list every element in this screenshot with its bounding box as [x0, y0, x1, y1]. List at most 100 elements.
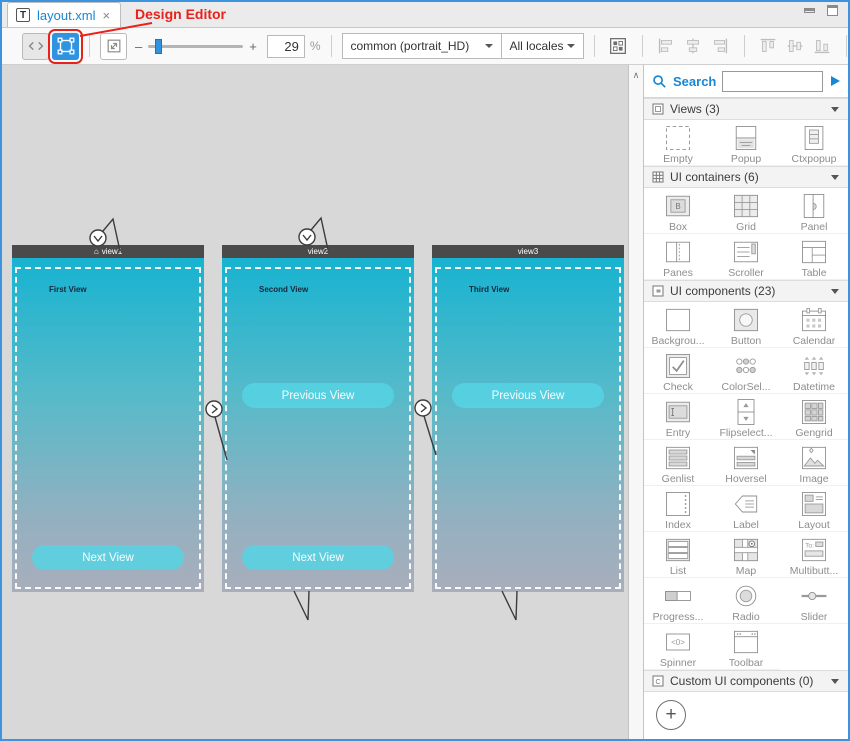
align-middle-button[interactable] — [782, 33, 809, 60]
palette-item-label: Scroller — [728, 268, 764, 279]
palette-item-label: Check — [663, 382, 693, 393]
multibutton-icon: To: — [798, 534, 830, 566]
popup-icon — [730, 122, 762, 154]
minimize-button[interactable] — [804, 8, 815, 13]
palette-item-panel[interactable]: Panel — [780, 188, 848, 234]
palette-item-label: Progress... — [653, 612, 704, 623]
section-header[interactable]: UI containers (6) — [644, 166, 848, 188]
align-bottom-button[interactable] — [809, 33, 836, 60]
view-dashed-border — [15, 267, 201, 589]
palette-item-empty[interactable]: Empty — [644, 120, 712, 166]
layout-icon — [798, 488, 830, 520]
view-button[interactable]: Previous View — [242, 383, 394, 408]
search-go-icon[interactable] — [831, 76, 840, 86]
palette-item-popup[interactable]: Popup — [712, 120, 780, 166]
palette-item-label[interactable]: Label — [712, 486, 780, 532]
grid-toggle-button[interactable] — [605, 33, 632, 60]
section-header[interactable]: Views (3) — [644, 98, 848, 120]
palette-item-colorselector[interactable]: ColorSel... — [712, 348, 780, 394]
palette-item-image[interactable]: Image — [780, 440, 848, 486]
align-left-button[interactable] — [653, 33, 680, 60]
zoom-percent-input[interactable] — [267, 35, 305, 58]
palette-item-toolbar[interactable]: Toolbar — [712, 624, 780, 670]
close-icon[interactable]: × — [103, 9, 111, 22]
palette-item-radio[interactable]: Radio — [712, 578, 780, 624]
palette-item-datetime[interactable]: Datetime — [780, 348, 848, 394]
canvas-view-view2[interactable]: view2Second ViewPrevious ViewNext View — [222, 245, 414, 592]
source-view-button[interactable] — [22, 33, 49, 60]
tab-layout-xml[interactable]: T layout.xml × — [7, 2, 121, 27]
views-section-icon — [652, 103, 664, 115]
palette-item-flipselector[interactable]: Flipselect... — [712, 394, 780, 440]
palette-item-scroller[interactable]: Scroller — [712, 234, 780, 280]
canvas-view-view1[interactable]: ⌂view1First ViewNext View — [12, 245, 204, 592]
view-body[interactable]: First ViewNext View — [12, 258, 204, 592]
palette-item-calendar[interactable]: Calendar — [780, 302, 848, 348]
scroll-up-arrow-icon[interactable]: ∧ — [633, 70, 640, 81]
palette-item-label: Ctxpopup — [792, 154, 837, 165]
fit-to-screen-button[interactable] — [100, 33, 127, 60]
align-center-button[interactable] — [680, 33, 707, 60]
design-view-button[interactable] — [52, 33, 79, 60]
palette-item-table[interactable]: Table — [780, 234, 848, 280]
palette-item-genlist[interactable]: Genlist — [644, 440, 712, 486]
maximize-button[interactable] — [827, 5, 838, 16]
palette-item-entry[interactable]: Entry — [644, 394, 712, 440]
custom-section-icon: C — [652, 675, 664, 687]
palette-item-index[interactable]: Index — [644, 486, 712, 532]
palette-item-panes[interactable]: Panes — [644, 234, 712, 280]
zoom-slider[interactable]: – + — [135, 39, 257, 54]
chevron-down-icon[interactable] — [831, 175, 839, 180]
palette-item-gengrid[interactable]: Gengrid — [780, 394, 848, 440]
canvas-vertical-scrollbar[interactable]: ∧ — [628, 65, 644, 739]
grid-icon — [607, 35, 629, 57]
section-header[interactable]: CCustom UI components (0) — [644, 670, 848, 692]
palette-search-input[interactable] — [722, 71, 823, 92]
palette-item-ctxpopup[interactable]: Ctxpopup — [780, 120, 848, 166]
add-custom-component-button[interactable]: + — [656, 700, 686, 730]
view-title: view3 — [518, 247, 538, 256]
radio-icon — [730, 580, 762, 612]
palette-item-background[interactable]: Backgrou... — [644, 302, 712, 348]
align-right-button[interactable] — [707, 33, 734, 60]
section-header[interactable]: UI components (23) — [644, 280, 848, 302]
palette-item-slider[interactable]: Slider — [780, 578, 848, 624]
view-body[interactable]: Second ViewPrevious ViewNext View — [222, 258, 414, 592]
palette-item-label: Datetime — [793, 382, 835, 393]
section-items: Backgrou...ButtonCalendar Check ColorSel..… — [644, 302, 848, 670]
chevron-down-icon — [567, 44, 575, 48]
palette-item-label: Panes — [663, 268, 693, 279]
palette-item-box[interactable]: BBox — [644, 188, 712, 234]
zoom-in-label[interactable]: + — [249, 39, 257, 54]
palette-item-label: Grid — [736, 222, 756, 233]
locale-select[interactable]: All locales — [502, 33, 584, 59]
chevron-down-icon[interactable] — [831, 289, 839, 294]
profile-resolution-select[interactable]: common (portrait_HD) — [342, 33, 502, 59]
view-button[interactable]: Next View — [242, 545, 394, 570]
view-button[interactable]: Previous View — [452, 383, 604, 408]
canvas-view-view3[interactable]: view3 Third ViewPrevious View — [432, 245, 624, 592]
palette-item-label: Image — [799, 474, 828, 485]
palette-item-progressbar[interactable]: Progress... — [644, 578, 712, 624]
palette-item-button[interactable]: Button — [712, 302, 780, 348]
palette-item-check[interactable]: Check — [644, 348, 712, 394]
align-top-button[interactable] — [755, 33, 782, 60]
palette-item-grid[interactable]: Grid — [712, 188, 780, 234]
slider-icon — [798, 580, 830, 612]
chevron-down-icon[interactable] — [831, 679, 839, 684]
zoom-slider-track[interactable] — [148, 45, 243, 48]
palette-item-hoversel[interactable]: Hoversel — [712, 440, 780, 486]
palette-item-layout[interactable]: Layout — [780, 486, 848, 532]
view-button[interactable]: Next View — [32, 545, 184, 570]
svg-text:<0>: <0> — [671, 638, 685, 647]
design-canvas[interactable]: ⌂view1First ViewNext Viewview2Second Vie… — [2, 65, 628, 739]
palette-item-multibutton[interactable]: To:Multibutt... — [780, 532, 848, 578]
palette-item-map[interactable]: Map — [712, 532, 780, 578]
zoom-out-label[interactable]: – — [135, 39, 142, 54]
palette-item-label: Panel — [801, 222, 828, 233]
palette-item-spinner[interactable]: <0>Spinner — [644, 624, 712, 670]
chevron-down-icon[interactable] — [831, 107, 839, 112]
view-body[interactable]: Third ViewPrevious View — [432, 258, 624, 592]
palette-item-list[interactable]: List — [644, 532, 712, 578]
zoom-slider-handle[interactable] — [155, 39, 162, 54]
